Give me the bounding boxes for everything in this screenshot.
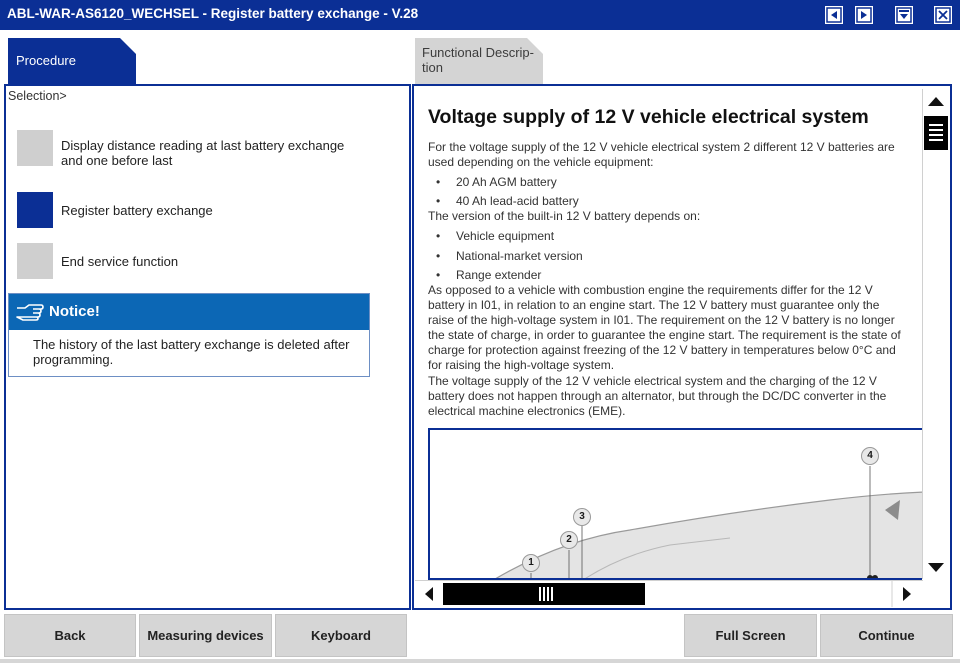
continue-button[interactable]: Continue [820,614,953,657]
tab-functional-description-label: Functional Descrip- tion [422,45,534,75]
scroll-thumb [924,116,948,150]
option-checkbox[interactable] [17,243,53,279]
list-item: • Vehicle equipment [436,229,555,243]
option-label: Register battery exchange [61,203,213,218]
scroll-right-icon [903,587,911,601]
scroll-down-icon [928,563,944,572]
bottom-toolbar: Back Measuring devices Keyboard Full Scr… [0,612,960,663]
tab-functional-description[interactable]: Functional Descrip- tion [415,38,543,84]
vertical-scrollbar[interactable] [922,89,948,579]
back-button[interactable]: Back [4,614,136,657]
list-item: • 40 Ah lead-acid battery [436,194,579,208]
option-checkbox-selected[interactable] [17,192,53,228]
list-item: • Range extender [436,268,542,282]
horizontal-scrollbar[interactable] [415,580,923,607]
notice-text: The history of the last battery exchange… [33,337,350,367]
list-item: • 20 Ah AGM battery [436,175,557,189]
callout-3: 3 [573,508,591,526]
title-bar: ABL-WAR-AS6120_WECHSEL - Register batter… [0,0,960,30]
list-item: • National-market version [436,249,583,263]
document-heading: Voltage supply of 12 V vehicle electrica… [428,106,869,128]
paragraph-requirements: As opposed to a vehicle with combustion … [428,283,901,372]
option-checkbox[interactable] [17,130,53,166]
vehicle-illustration: 1 2 3 4 [428,428,922,580]
procedure-panel: Selection> Display distance reading at l… [4,84,411,610]
callout-4: 4 [861,447,879,465]
tab-procedure-label: Procedure [16,53,76,68]
bottom-strip [0,659,960,663]
next-icon[interactable] [855,6,873,24]
intro-paragraph: For the voltage supply of the 12 V vehic… [428,140,895,169]
close-icon[interactable] [934,6,952,24]
option-label: End service function [61,254,179,269]
measuring-devices-button[interactable]: Measuring devices [139,614,272,657]
keyboard-button[interactable]: Keyboard [275,614,407,657]
prev-icon[interactable] [825,6,843,24]
callout-2: 2 [560,531,578,549]
callout-1: 1 [522,554,540,572]
paragraph-voltage-supply: The voltage supply of the 12 V vehicle e… [428,374,887,418]
full-screen-button[interactable]: Full Screen [684,614,817,657]
tab-procedure[interactable]: Procedure [8,38,136,84]
window-title: ABL-WAR-AS6120_WECHSEL - Register batter… [7,6,419,21]
notice-box: Notice! The history of the last battery … [8,293,370,377]
notice-title: Notice! [49,303,100,320]
version-intro: The version of the built-in 12 V battery… [428,209,701,223]
functional-description-panel: Voltage supply of 12 V vehicle electrica… [412,84,952,610]
notice-header: Notice! [9,294,369,330]
selection-label: Selection> [8,89,67,103]
option-label: Display distance reading at last battery… [61,138,345,168]
scroll-up-icon [928,97,944,106]
minimize-icon[interactable] [895,6,913,24]
pointing-hand-icon [15,303,45,326]
scroll-left-icon [425,587,433,601]
